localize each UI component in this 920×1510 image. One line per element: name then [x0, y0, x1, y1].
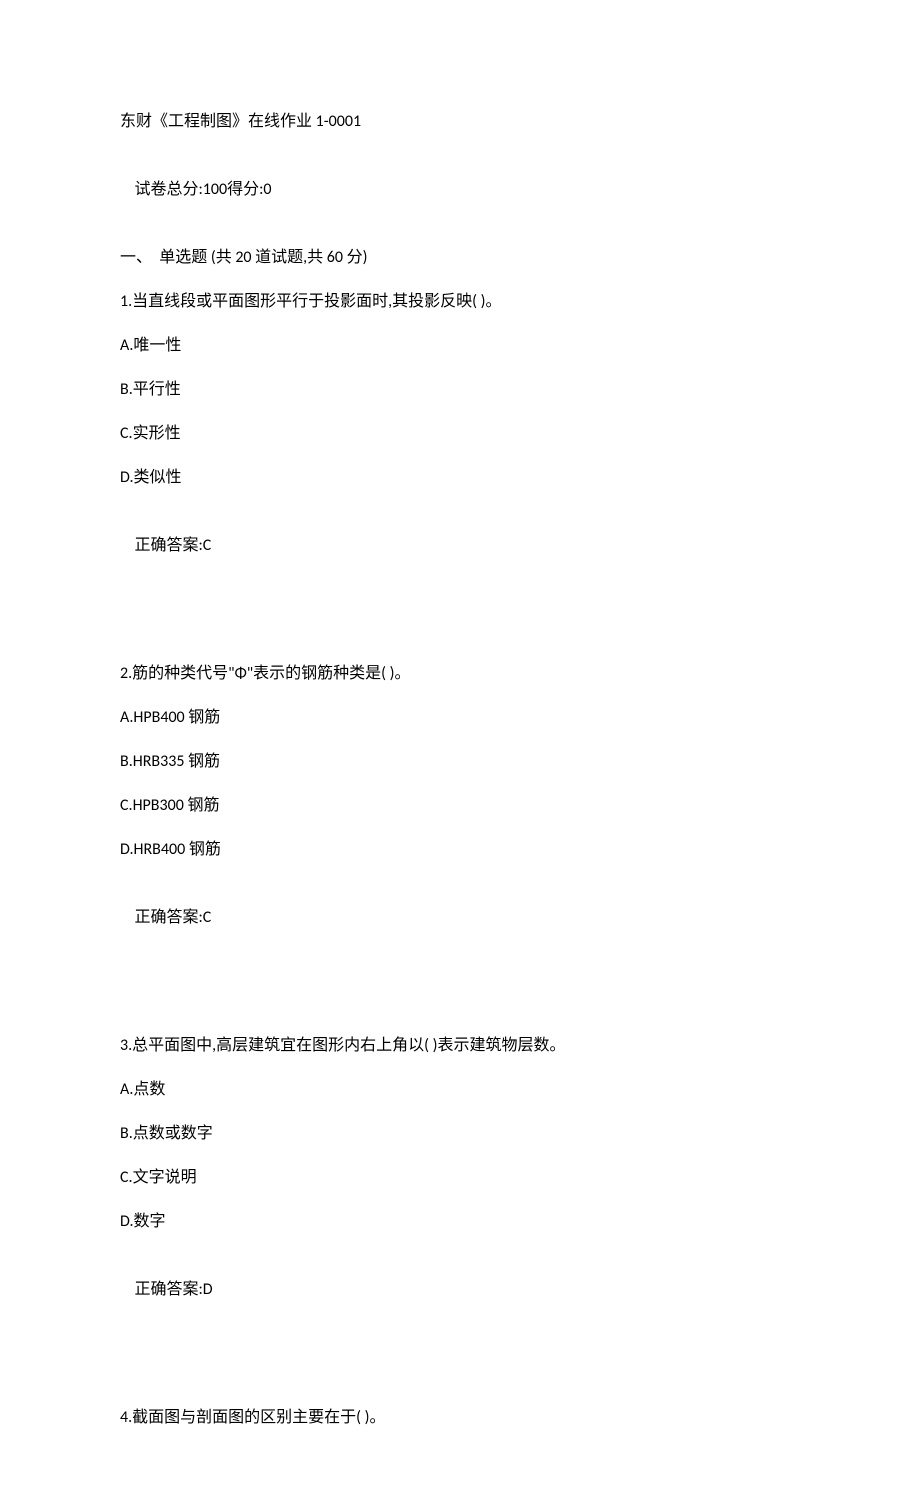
question-option: A.点数	[120, 1078, 800, 1102]
answer-value: C	[203, 536, 212, 555]
document-title: 东财《工程制图》在线作业 1-0001	[120, 110, 800, 134]
section-heading: 一、 单选题 (共 20 道试题,共 60 分)	[120, 246, 800, 270]
question-answer: 正确答案:D	[120, 1254, 800, 1326]
question-stem: 1.当直线段或平面图形平行于投影面时,其投影反映( )。	[120, 290, 800, 314]
question-option: C.文字说明	[120, 1166, 800, 1190]
answer-value: D	[203, 1280, 213, 1299]
question-option: D.类似性	[120, 466, 800, 490]
spacer	[120, 1346, 800, 1406]
question-answer: 正确答案:C	[120, 882, 800, 954]
question-option: C.实形性	[120, 422, 800, 446]
question-stem: 2.筋的种类代号"Φ"表示的钢筋种类是( )。	[120, 662, 800, 686]
answer-value: C	[203, 908, 212, 927]
question-stem: 3.总平面图中,高层建筑宜在图形内右上角以( )表示建筑物层数。	[120, 1034, 800, 1058]
question-stem: 4.截面图与剖面图的区别主要在于( )。	[120, 1406, 800, 1430]
total-score-label: 试卷总分:	[134, 180, 202, 199]
document-page: 东财《工程制图》在线作业 1-0001 试卷总分:100得分:0 一、 单选题 …	[0, 0, 920, 1510]
question-option: D.数字	[120, 1210, 800, 1234]
question-option: B.点数或数字	[120, 1122, 800, 1146]
answer-label: 正确答案:	[134, 536, 202, 555]
question-option: B.平行性	[120, 378, 800, 402]
spacer	[120, 602, 800, 662]
question-answer: 正确答案:C	[120, 510, 800, 582]
answer-label: 正确答案:	[134, 1280, 202, 1299]
question-option: D.HRB400 钢筋	[120, 838, 800, 862]
question-option: A.唯一性	[120, 334, 800, 358]
spacer	[120, 974, 800, 1034]
obtained-score-value: 0	[263, 180, 271, 199]
question-option: A.HPB400 钢筋	[120, 706, 800, 730]
question-option: B.HRB335 钢筋	[120, 750, 800, 774]
score-summary: 试卷总分:100得分:0	[120, 154, 800, 226]
question-option: C.HPB300 钢筋	[120, 794, 800, 818]
obtained-score-label: 得分:	[227, 180, 263, 199]
total-score-value: 100	[203, 180, 227, 199]
answer-label: 正确答案:	[134, 908, 202, 927]
